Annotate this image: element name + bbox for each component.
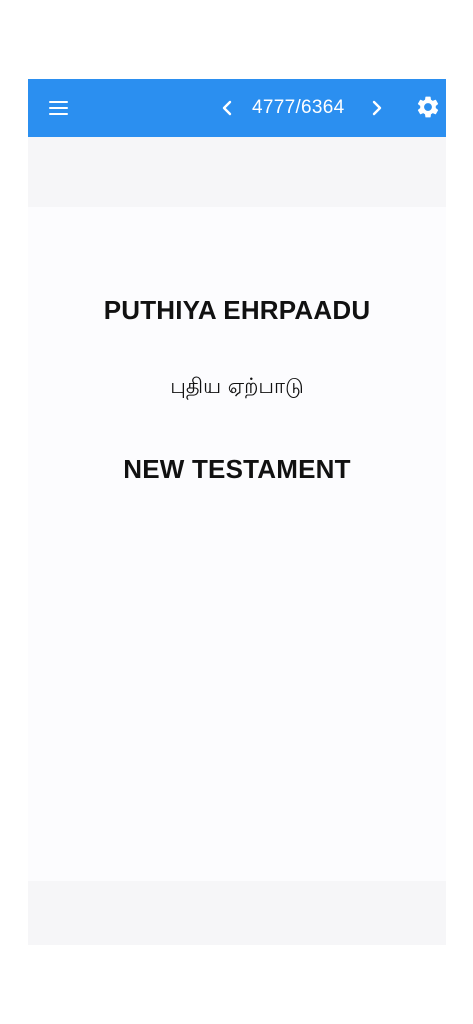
app-screen: 4777/6364 PUTHIYA EHRPAADU புதிய ஏற்பாடு…	[28, 79, 446, 945]
chevron-right-icon	[372, 100, 382, 116]
app-toolbar: 4777/6364	[28, 79, 446, 137]
menu-icon-line	[49, 107, 68, 110]
page-title-tamil: புதிய ஏற்பாடு	[170, 374, 304, 398]
settings-button[interactable]	[415, 94, 441, 120]
page-subtitle: NEW TESTAMENT	[123, 454, 351, 484]
menu-icon-line	[49, 113, 68, 116]
menu-icon-line	[49, 101, 68, 104]
page-title-english: PUTHIYA EHRPAADU	[103, 295, 371, 325]
page-content: PUTHIYA EHRPAADU புதிய ஏற்பாடு NEW TESTA…	[28, 207, 446, 881]
menu-button[interactable]	[48, 96, 72, 120]
gear-icon	[417, 96, 439, 118]
next-page-button[interactable]	[364, 94, 388, 122]
previous-page-button[interactable]	[216, 94, 240, 122]
chevron-left-icon	[222, 100, 232, 116]
page-counter: 4777/6364	[252, 97, 345, 118]
top-spacer	[28, 137, 446, 207]
bottom-spacer	[28, 881, 446, 945]
